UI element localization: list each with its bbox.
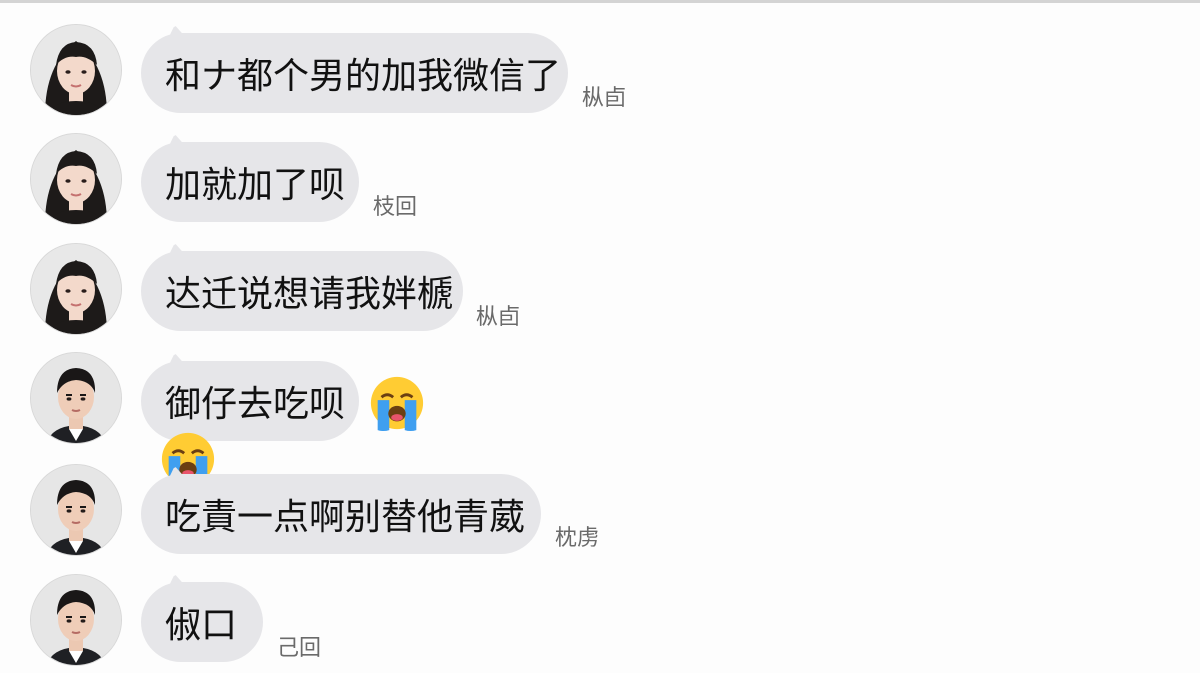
avatar-male[interactable]	[30, 352, 122, 444]
avatar-female[interactable]	[30, 243, 122, 335]
avatar-male[interactable]	[30, 574, 122, 666]
top-divider	[0, 0, 1200, 3]
chat-message: 和ナ都个男的加我微信了 枞卣	[0, 22, 1200, 122]
read-receipt: 己回	[277, 636, 322, 661]
message-bubble[interactable]: 达迁说想请我姅榹	[141, 251, 463, 331]
message-text: 和ナ都个男的加我微信了	[165, 56, 562, 97]
message-bubble[interactable]: 吃責一点啊别替他青葳	[141, 474, 541, 554]
chat-message: 俶口 己回	[0, 572, 1200, 672]
chat-message: 吃責一点啊别替他青葳 枕虏	[0, 462, 1200, 562]
avatar-female[interactable]	[30, 24, 122, 116]
read-receipt: 枕虏	[555, 526, 600, 551]
message-text: 御仔去吃呗	[165, 384, 346, 425]
message-text: 加就加了呗	[165, 165, 346, 206]
chat-screen: 和ナ都个男的加我微信了 枞卣 加就加了呗 枝回 达迁说想请我姅榹 枞卣 御仔去吃…	[0, 0, 1200, 673]
avatar-female[interactable]	[30, 133, 122, 225]
message-bubble[interactable]: 俶口	[141, 582, 263, 662]
message-text: 达迁说想请我姅榹	[165, 274, 454, 315]
crying-face-icon	[370, 376, 424, 432]
message-text: 俶口	[165, 605, 238, 646]
chat-message: 加就加了呗 枝回	[0, 131, 1200, 231]
read-receipt: 枞卣	[476, 305, 521, 330]
read-receipt: 枝回	[373, 195, 418, 220]
message-text: 吃責一点啊别替他青葳	[165, 497, 526, 538]
chat-message: 达迁说想请我姅榹 枞卣	[0, 241, 1200, 341]
message-bubble[interactable]: 御仔去吃呗	[141, 361, 359, 441]
read-receipt: 枞卣	[582, 86, 627, 111]
avatar-male[interactable]	[30, 464, 122, 556]
message-bubble[interactable]: 加就加了呗	[141, 142, 359, 222]
message-bubble[interactable]: 和ナ都个男的加我微信了	[141, 33, 568, 113]
